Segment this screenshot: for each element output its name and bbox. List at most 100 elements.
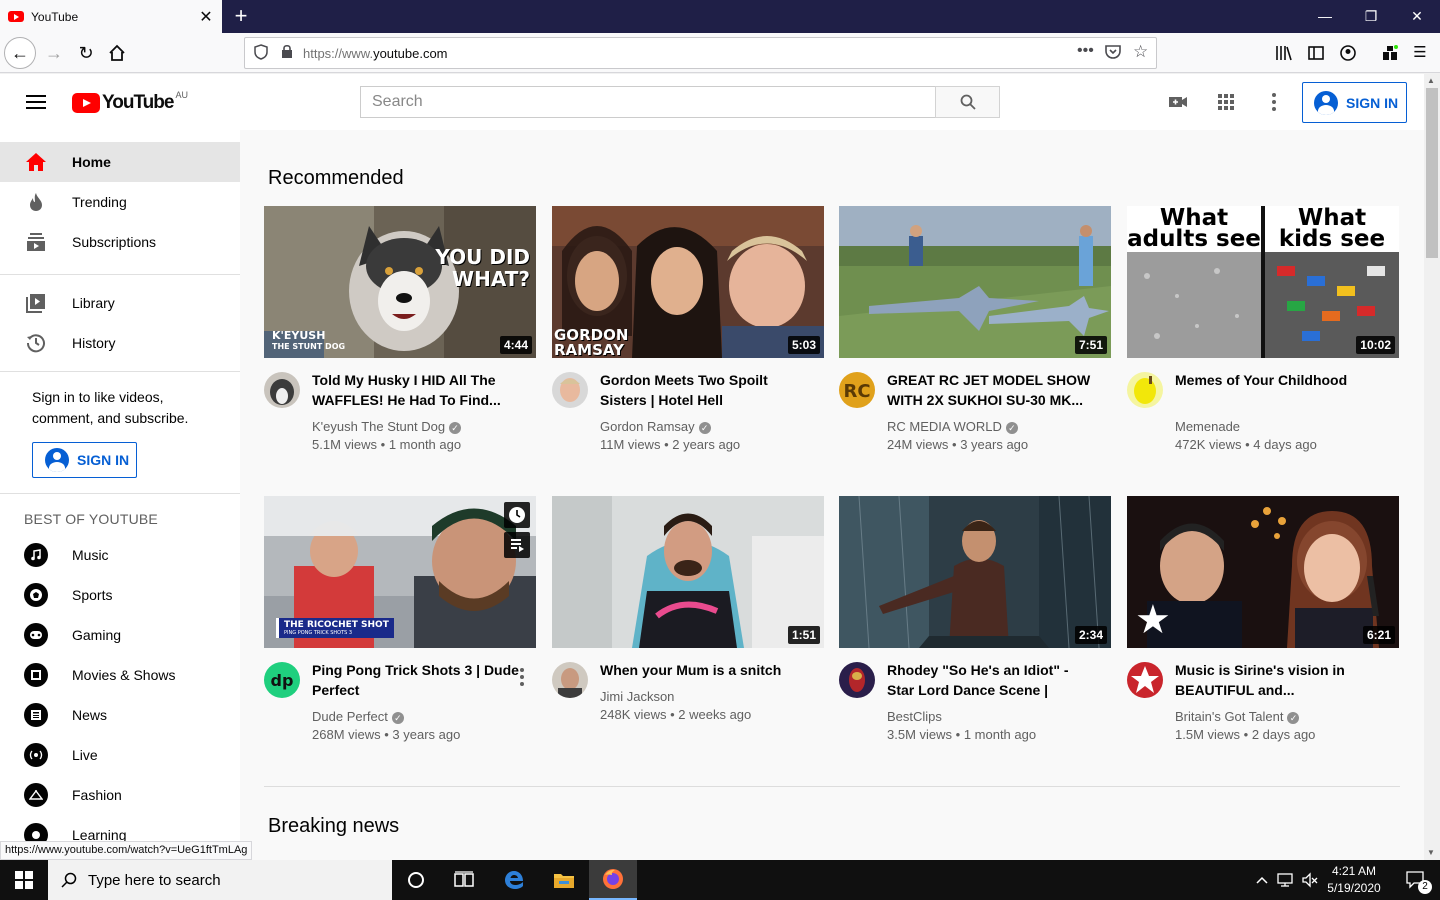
channel-avatar[interactable] <box>839 662 875 698</box>
video-thumbnail[interactable]: THE RICOCHET SHOT PING PONG TRICK SHOTS … <box>264 496 536 648</box>
channel-avatar[interactable] <box>1127 372 1163 408</box>
channel-avatar[interactable]: dp <box>264 662 300 698</box>
guide-menu-icon[interactable] <box>26 95 46 109</box>
sidebar-item-library[interactable]: Library <box>0 283 240 323</box>
apps-grid-icon[interactable] <box>1214 90 1238 114</box>
restore-window-button[interactable]: ❐ <box>1348 0 1394 33</box>
sidebar-item-history[interactable]: History <box>0 323 240 363</box>
shield-icon[interactable] <box>254 44 268 63</box>
sidebar-item-subscriptions[interactable]: Subscriptions <box>0 222 240 262</box>
address-bar[interactable]: https://www.youtube.com ••• ☆ <box>244 37 1157 69</box>
library-icon[interactable] <box>1268 37 1300 69</box>
new-tab-button[interactable]: + <box>228 3 254 29</box>
page-actions-icon[interactable]: ••• <box>1077 42 1094 60</box>
channel-avatar[interactable] <box>264 372 300 408</box>
channel-avatar[interactable] <box>552 662 588 698</box>
video-channel[interactable]: Britain's Got Talent ✓ <box>1175 709 1300 724</box>
search-button[interactable] <box>935 86 1000 118</box>
bookmark-star-icon[interactable]: ☆ <box>1133 42 1148 62</box>
video-channel[interactable]: RC MEDIA WORLD ✓ <box>887 419 1018 434</box>
video-title[interactable]: Ping Pong Trick Shots 3 | Dude Perfect <box>312 660 522 700</box>
video-channel[interactable]: K'eyush The Stunt Dog ✓ <box>312 419 462 434</box>
search-input[interactable]: Search <box>360 86 936 118</box>
minimize-window-button[interactable]: — <box>1302 0 1348 33</box>
video-thumbnail[interactable]: 7:51 <box>839 206 1111 358</box>
scroll-up-arrow-icon[interactable]: ▲ <box>1427 76 1435 85</box>
create-video-icon[interactable] <box>1166 90 1190 114</box>
menu-icon[interactable]: ☰ <box>1404 37 1436 69</box>
page-scrollbar[interactable]: ▲ ▼ <box>1424 74 1440 860</box>
file-explorer-button[interactable] <box>540 860 588 900</box>
edge-app-button[interactable] <box>490 860 538 900</box>
video-thumbnail[interactable]: What adults see What kids see 10:02 <box>1127 206 1399 358</box>
home-button[interactable] <box>101 37 133 69</box>
sidebar-item-news[interactable]: News <box>0 695 240 735</box>
sidebar-toggle-icon[interactable] <box>1300 37 1332 69</box>
video-channel[interactable]: Jimi Jackson <box>600 689 674 704</box>
scrollbar-thumb[interactable] <box>1426 88 1438 258</box>
video-channel[interactable]: Gordon Ramsay ✓ <box>600 419 711 434</box>
pocket-icon[interactable] <box>1105 44 1121 62</box>
video-card[interactable]: 2:34 Rhodey "So He's an Idiot" - Star Lo… <box>839 496 1111 742</box>
volume-button[interactable] <box>1298 860 1322 900</box>
video-channel[interactable]: Memenade <box>1175 419 1240 434</box>
extensions-icon[interactable] <box>1374 37 1406 69</box>
cortana-button[interactable] <box>392 860 440 900</box>
sidebar-item-gaming[interactable]: Gaming <box>0 615 240 655</box>
video-card[interactable]: THE RICOCHET SHOT PING PONG TRICK SHOTS … <box>264 496 536 742</box>
sidebar-item-fashion[interactable]: Fashion <box>0 775 240 815</box>
video-thumbnail[interactable]: ★ 6:21 <box>1127 496 1399 648</box>
video-card[interactable]: 7:51 RC GREAT RC JET MODEL SHOW WITH 2X … <box>839 206 1111 452</box>
back-button[interactable]: ← <box>4 37 36 69</box>
video-thumbnail[interactable]: 1:51 <box>552 496 824 648</box>
sidebar-item-home[interactable]: Home <box>0 142 240 182</box>
reload-button[interactable]: ↻ <box>70 37 102 69</box>
video-title[interactable]: Memes of Your Childhood <box>1175 370 1385 390</box>
show-hidden-icons-button[interactable] <box>1250 860 1274 900</box>
video-title[interactable]: When your Mum is a snitch <box>600 660 810 680</box>
video-thumbnail[interactable]: 2:34 <box>839 496 1111 648</box>
header-sign-in-button[interactable]: SIGN IN <box>1302 82 1407 123</box>
sidebar-item-trending[interactable]: Trending <box>0 182 240 222</box>
close-window-button[interactable]: ✕ <box>1394 0 1440 33</box>
video-card[interactable]: 1:51 When your Mum is a snitch Jimi Jack… <box>552 496 824 722</box>
sidebar-sign-in-button[interactable]: SIGN IN <box>32 442 137 478</box>
video-action-menu-icon[interactable] <box>520 668 524 689</box>
video-title[interactable]: Music is Sirine's vision in BEAUTIFUL an… <box>1175 660 1385 700</box>
video-card[interactable]: YOU DID WHAT? K'EYUSH THE STUNT DOG 4:44 T… <box>264 206 536 452</box>
task-view-button[interactable] <box>440 860 488 900</box>
channel-avatar[interactable]: RC <box>839 372 875 408</box>
youtube-logo[interactable]: YouTube AU <box>72 90 188 114</box>
video-card[interactable]: GORDON RAMSAY 5:03 Gordon Meets Two Spoil… <box>552 206 824 452</box>
lock-icon[interactable] <box>281 44 293 62</box>
taskbar-search-input[interactable]: Type here to search <box>48 860 392 900</box>
video-title[interactable]: Gordon Meets Two Spoilt Sisters | Hotel … <box>600 370 810 410</box>
video-card[interactable]: What adults see What kids see 10:02 Memes … <box>1127 206 1399 452</box>
video-card[interactable]: ★ 6:21 Music is Sirine's vision in BEAUT… <box>1127 496 1399 742</box>
account-icon[interactable] <box>1332 37 1364 69</box>
scroll-down-arrow-icon[interactable]: ▼ <box>1427 848 1435 857</box>
video-thumbnail[interactable]: YOU DID WHAT? K'EYUSH THE STUNT DOG 4:44 <box>264 206 536 358</box>
sidebar-item-live[interactable]: Live <box>0 735 240 775</box>
firefox-app-button[interactable] <box>589 860 637 900</box>
video-thumbnail[interactable]: GORDON RAMSAY 5:03 <box>552 206 824 358</box>
channel-avatar[interactable] <box>1127 662 1163 698</box>
settings-kebab-icon[interactable] <box>1262 90 1286 114</box>
taskbar-clock[interactable]: 4:21 AM 5/19/2020 <box>1322 863 1386 897</box>
channel-avatar[interactable] <box>552 372 588 408</box>
browser-tab[interactable]: YouTube ✕ <box>0 0 222 33</box>
action-center-button[interactable]: 2 <box>1392 860 1440 900</box>
sidebar-item-movies-shows[interactable]: Movies & Shows <box>0 655 240 695</box>
video-title[interactable]: GREAT RC JET MODEL SHOW WITH 2X SUKHOI S… <box>887 370 1097 410</box>
video-channel[interactable]: Dude Perfect ✓ <box>312 709 404 724</box>
video-title[interactable]: Told My Husky I HID All The WAFFLES! He … <box>312 370 522 410</box>
add-to-queue-button[interactable] <box>504 532 530 558</box>
sidebar-item-music[interactable]: Music <box>0 535 240 575</box>
close-tab-icon[interactable]: ✕ <box>198 7 214 27</box>
start-button[interactable] <box>0 860 48 900</box>
network-button[interactable] <box>1274 860 1298 900</box>
video-title[interactable]: Rhodey "So He's an Idiot" - Star Lord Da… <box>887 660 1097 700</box>
sidebar-item-sports[interactable]: Sports <box>0 575 240 615</box>
forward-button[interactable]: → <box>38 37 70 69</box>
video-channel[interactable]: BestClips <box>887 709 942 724</box>
